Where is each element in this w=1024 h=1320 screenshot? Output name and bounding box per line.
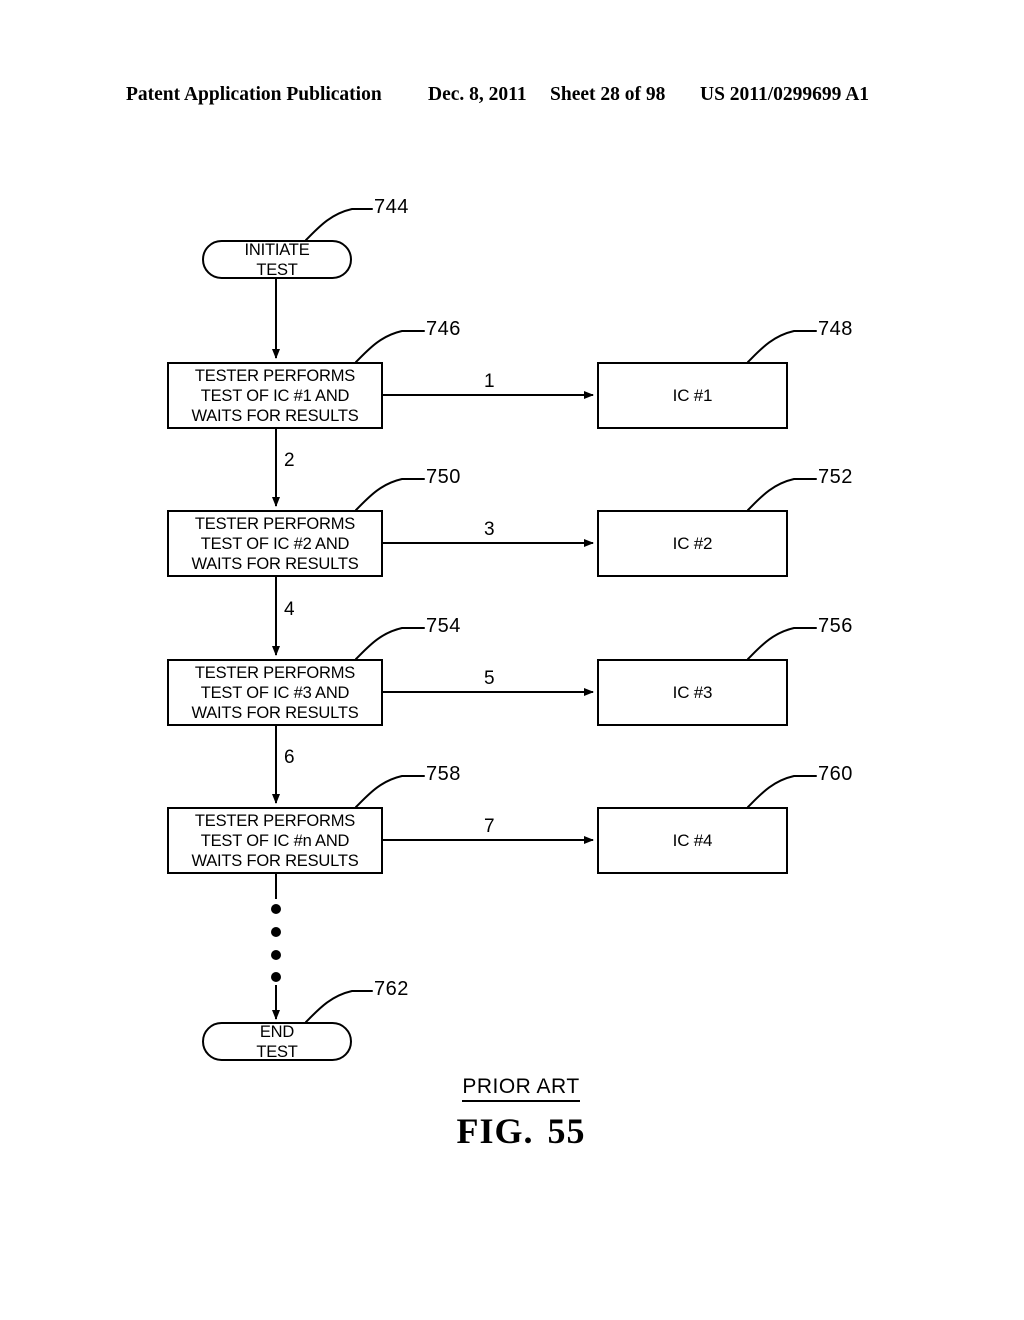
node-step-4-line3: WAITS FOR RESULTS: [191, 851, 359, 870]
node-ic-1-label: IC #1: [672, 385, 713, 405]
lead-line-750: [355, 478, 425, 511]
edge-label-1: 1: [484, 371, 495, 392]
ref-numeral-756: 756: [818, 615, 853, 637]
ellipsis-dot: [271, 950, 281, 960]
figure-number-caption: FIG. 55: [18, 1110, 1024, 1152]
node-step-2[interactable]: TESTER PERFORMS TEST OF IC #2 AND WAITS …: [167, 510, 383, 577]
lead-line-744: [305, 208, 373, 241]
edge-label-6: 6: [284, 747, 295, 768]
node-step-4[interactable]: TESTER PERFORMS TEST OF IC #n AND WAITS …: [167, 807, 383, 874]
node-ic-3[interactable]: IC #3: [597, 659, 788, 726]
node-ic-3-label: IC #3: [672, 682, 713, 702]
ellipsis-dot: [271, 904, 281, 914]
node-step-2-line3: WAITS FOR RESULTS: [191, 554, 359, 573]
node-initiate-test-line1: INITIATE: [244, 240, 310, 259]
ref-numeral-752: 752: [818, 466, 853, 488]
lead-line-756: [747, 627, 817, 660]
ref-numeral-750: 750: [426, 466, 461, 488]
lead-line-754: [355, 627, 425, 660]
node-step-1-line3: WAITS FOR RESULTS: [191, 406, 359, 425]
ref-numeral-754: 754: [426, 615, 461, 637]
node-step-1-line2: TEST OF IC #1 AND: [200, 386, 350, 405]
lead-line-760: [747, 775, 817, 808]
node-step-3[interactable]: TESTER PERFORMS TEST OF IC #3 AND WAITS …: [167, 659, 383, 726]
edge-label-7: 7: [484, 816, 495, 837]
ref-numeral-748: 748: [818, 318, 853, 340]
node-step-2-line1: TESTER PERFORMS: [194, 514, 356, 533]
node-end-test-line2: TEST: [256, 1042, 298, 1061]
node-initiate-test-line2: TEST: [256, 260, 298, 279]
node-step-2-line2: TEST OF IC #2 AND: [200, 534, 350, 553]
node-step-3-line3: WAITS FOR RESULTS: [191, 703, 359, 722]
lead-line-762: [305, 990, 373, 1023]
ellipsis-dot: [271, 927, 281, 937]
node-ic-4-label: IC #4: [672, 830, 713, 850]
figure-caption: PRIOR ART FIG. 55: [0, 1075, 1024, 1152]
lead-line-752: [747, 478, 817, 511]
node-step-1-line1: TESTER PERFORMS: [194, 366, 356, 385]
edge-label-4: 4: [284, 599, 295, 620]
edge-label-3: 3: [484, 519, 495, 540]
ref-numeral-758: 758: [426, 763, 461, 785]
ref-numeral-762: 762: [374, 978, 409, 1000]
node-end-test[interactable]: END TEST: [202, 1022, 352, 1061]
node-step-3-line1: TESTER PERFORMS: [194, 663, 356, 682]
ref-numeral-746: 746: [426, 318, 461, 340]
ref-numeral-760: 760: [818, 763, 853, 785]
node-ic-2-label: IC #2: [672, 533, 713, 553]
lead-line-748: [747, 330, 817, 363]
lead-line-746: [355, 330, 425, 363]
node-end-test-line1: END: [259, 1022, 295, 1041]
node-ic-2[interactable]: IC #2: [597, 510, 788, 577]
ref-numeral-744: 744: [374, 196, 409, 218]
edge-label-5: 5: [484, 668, 495, 689]
figure-caption-word: FIG.: [456, 1111, 534, 1151]
node-ic-1[interactable]: IC #1: [597, 362, 788, 429]
vertical-ellipsis-dots: [271, 904, 281, 982]
figure-caption-number: 55: [547, 1111, 586, 1151]
node-step-4-line2: TEST OF IC #n AND: [200, 831, 350, 850]
node-initiate-test[interactable]: INITIATE TEST: [202, 240, 352, 279]
node-step-3-line2: TEST OF IC #3 AND: [200, 683, 350, 702]
node-step-1[interactable]: TESTER PERFORMS TEST OF IC #1 AND WAITS …: [167, 362, 383, 429]
node-ic-4[interactable]: IC #4: [597, 807, 788, 874]
edge-label-2: 2: [284, 450, 295, 471]
ellipsis-dot: [271, 972, 281, 982]
prior-art-label: PRIOR ART: [462, 1075, 580, 1102]
node-step-4-line1: TESTER PERFORMS: [194, 811, 356, 830]
lead-line-758: [355, 775, 425, 808]
